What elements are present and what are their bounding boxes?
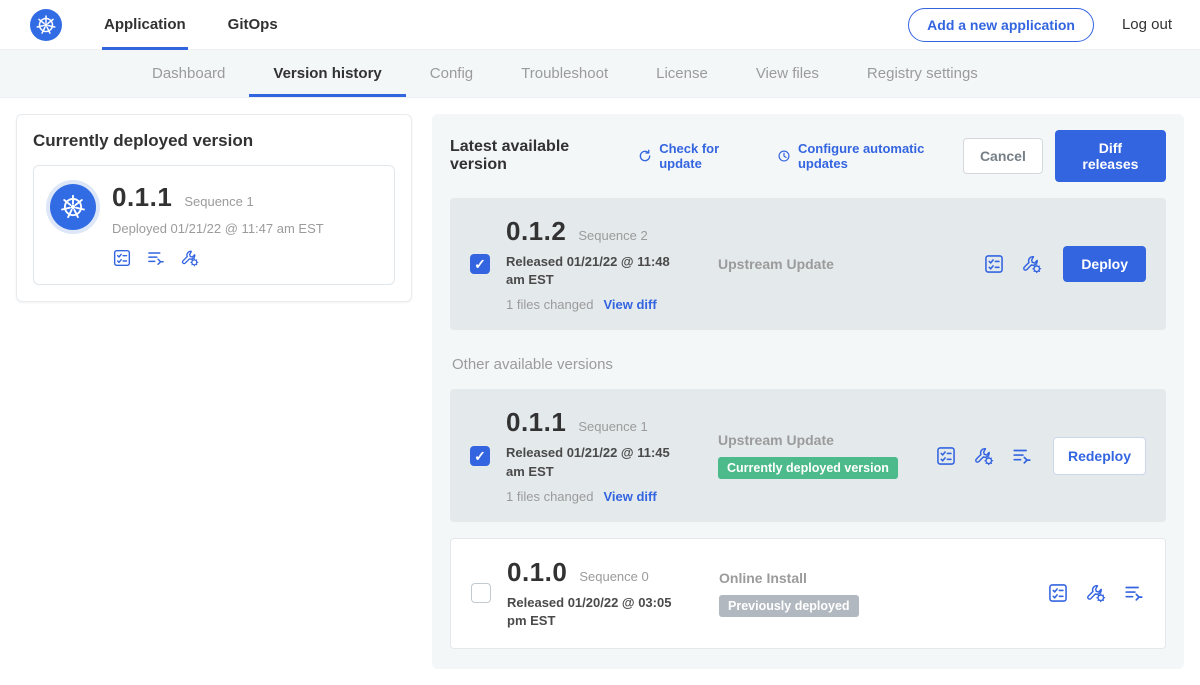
- logs-icon[interactable]: [146, 248, 166, 268]
- release-notes-icon[interactable]: [935, 445, 957, 467]
- tab-troubleshoot[interactable]: Troubleshoot: [497, 50, 632, 97]
- release-notes-icon[interactable]: [1047, 582, 1069, 604]
- logs-icon[interactable]: [1123, 582, 1145, 604]
- version-row-0-1-0: 0.1.0 Sequence 0 Released 01/20/22 @ 03:…: [450, 538, 1166, 649]
- view-diff-link[interactable]: View diff: [603, 297, 656, 312]
- source-label: Upstream Update: [718, 256, 983, 272]
- config-wrench-icon[interactable]: [973, 445, 995, 467]
- tab-view-files[interactable]: View files: [732, 50, 843, 97]
- tab-registry-settings[interactable]: Registry settings: [843, 50, 1002, 97]
- version-number: 0.1.0: [507, 557, 567, 588]
- version-checkbox[interactable]: [470, 254, 490, 274]
- check-for-update-label: Check for update: [659, 141, 756, 171]
- config-wrench-icon[interactable]: [1085, 582, 1107, 604]
- deploy-button[interactable]: Deploy: [1063, 246, 1146, 282]
- config-wrench-icon[interactable]: [1021, 253, 1043, 275]
- released-timestamp: Released 01/20/22 @ 03:05 pm EST: [507, 594, 689, 630]
- currently-deployed-title: Currently deployed version: [33, 131, 395, 151]
- available-versions-panel: Latest available version Check for updat…: [432, 114, 1184, 669]
- deployed-version-card: 0.1.1 Sequence 1 Deployed 01/21/22 @ 11:…: [33, 165, 395, 285]
- add-new-application-button[interactable]: Add a new application: [908, 8, 1094, 42]
- released-timestamp: Released 01/21/22 @ 11:48 am EST: [506, 253, 688, 289]
- currently-deployed-badge: Currently deployed version: [718, 457, 898, 479]
- version-row-0-1-1: 0.1.1 Sequence 1 Released 01/21/22 @ 11:…: [450, 389, 1166, 521]
- currently-deployed-card: Currently deployed version 0.1.1 Sequenc…: [16, 114, 412, 302]
- app-sub-nav: Dashboard Version history Config Trouble…: [0, 50, 1200, 98]
- redeploy-button[interactable]: Redeploy: [1053, 437, 1146, 475]
- version-source: Online Install Previously deployed: [719, 570, 1047, 617]
- other-available-versions-title: Other available versions: [452, 356, 1166, 373]
- config-wrench-icon[interactable]: [180, 248, 200, 268]
- version-checkbox[interactable]: [470, 446, 490, 466]
- version-number: 0.1.1: [506, 407, 566, 438]
- release-notes-icon[interactable]: [112, 248, 132, 268]
- version-info: 0.1.0 Sequence 0 Released 01/20/22 @ 03:…: [507, 557, 719, 630]
- panel-header: Latest available version Check for updat…: [450, 130, 1166, 182]
- deployed-sequence-label: Sequence 1: [184, 194, 253, 209]
- diff-releases-button[interactable]: Diff releases: [1055, 130, 1166, 182]
- configure-automatic-updates-link[interactable]: Configure automatic updates: [776, 141, 963, 171]
- released-timestamp: Released 01/21/22 @ 11:45 am EST: [506, 444, 688, 480]
- deployed-version-number: 0.1.1: [112, 182, 172, 213]
- tab-version-history[interactable]: Version history: [249, 50, 405, 97]
- previously-deployed-badge: Previously deployed: [719, 595, 859, 617]
- refresh-icon: [637, 148, 653, 164]
- sequence-label: Sequence 0: [579, 569, 648, 584]
- app-logo-icon: [50, 184, 96, 230]
- version-actions-icons: [983, 253, 1043, 275]
- release-notes-icon[interactable]: [983, 253, 1005, 275]
- tab-dashboard[interactable]: Dashboard: [128, 50, 249, 97]
- tab-gitops[interactable]: GitOps: [228, 0, 278, 50]
- version-actions-icons: [1047, 582, 1145, 604]
- check-for-update-link[interactable]: Check for update: [637, 141, 756, 171]
- main-content: Currently deployed version 0.1.1 Sequenc…: [0, 98, 1200, 685]
- files-changed-label: 1 files changed: [506, 297, 593, 312]
- logout-link[interactable]: Log out: [1122, 16, 1172, 33]
- tab-config[interactable]: Config: [406, 50, 497, 97]
- version-actions-icons: [935, 445, 1033, 467]
- cancel-button[interactable]: Cancel: [963, 138, 1043, 174]
- logs-icon[interactable]: [1011, 445, 1033, 467]
- deployed-timestamp: Deployed 01/21/22 @ 11:47 am EST: [112, 221, 324, 236]
- version-info: 0.1.2 Sequence 2 Released 01/21/22 @ 11:…: [506, 216, 718, 312]
- version-row-0-1-2: 0.1.2 Sequence 2 Released 01/21/22 @ 11:…: [450, 198, 1166, 330]
- tab-application[interactable]: Application: [104, 0, 186, 50]
- files-changed-label: 1 files changed: [506, 489, 593, 504]
- tab-application-label: Application: [104, 16, 186, 33]
- version-source: Upstream Update Currently deployed versi…: [718, 432, 935, 479]
- clock-icon: [776, 148, 792, 164]
- deployed-version-details: 0.1.1 Sequence 1 Deployed 01/21/22 @ 11:…: [112, 182, 324, 268]
- kubernetes-logo-icon: [30, 9, 62, 41]
- tab-license[interactable]: License: [632, 50, 732, 97]
- source-label: Online Install: [719, 570, 1047, 586]
- version-info: 0.1.1 Sequence 1 Released 01/21/22 @ 11:…: [506, 407, 718, 503]
- version-number: 0.1.2: [506, 216, 566, 247]
- sequence-label: Sequence 1: [578, 419, 647, 434]
- source-label: Upstream Update: [718, 432, 935, 448]
- version-checkbox[interactable]: [471, 583, 491, 603]
- version-source: Upstream Update: [718, 256, 983, 272]
- view-diff-link[interactable]: View diff: [603, 489, 656, 504]
- top-nav: Application GitOps Add a new application…: [0, 0, 1200, 50]
- sequence-label: Sequence 2: [578, 228, 647, 243]
- tab-gitops-label: GitOps: [228, 16, 278, 33]
- configure-automatic-updates-label: Configure automatic updates: [798, 141, 963, 171]
- latest-available-title: Latest available version: [450, 138, 617, 174]
